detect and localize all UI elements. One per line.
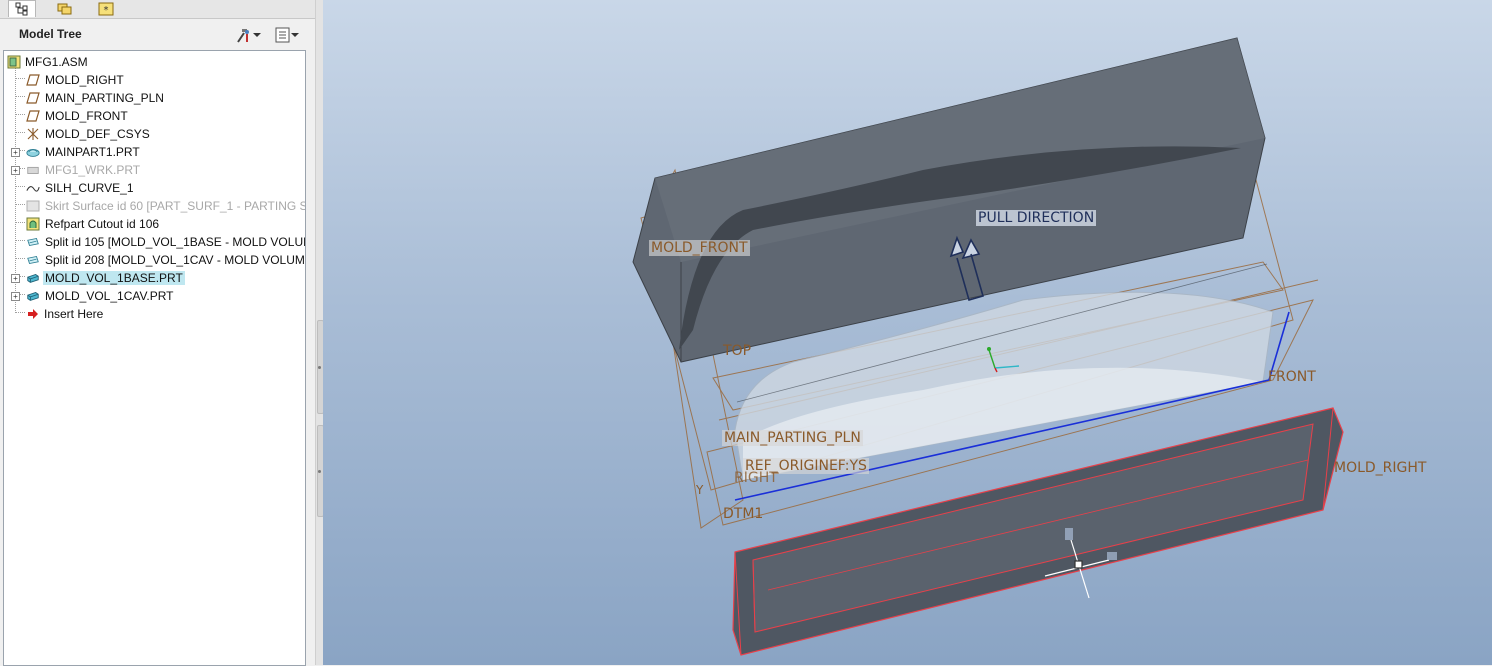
tree-item-mainpart1[interactable]: + MAINPART1.PRT xyxy=(4,143,305,161)
model-tree-header: Model Tree xyxy=(0,20,315,48)
favorites-icon: * xyxy=(98,2,114,16)
tree-item-insert-here[interactable]: Insert Here xyxy=(4,305,305,323)
datum-plane-icon xyxy=(26,73,40,87)
graphics-viewport[interactable]: PULL DIRECTION MOLD_FRONT TOP FRONT MAIN… xyxy=(323,0,1492,665)
tab-favorites[interactable]: * xyxy=(93,0,119,17)
tree-item-split-105[interactable]: Split id 105 [MOLD_VOL_1BASE - MOLD VOLU… xyxy=(4,233,305,251)
mold-right-label: MOLD_RIGHT xyxy=(1334,460,1427,476)
coordinate-system-icon xyxy=(26,127,40,141)
tree-item-label: MOLD_VOL_1BASE.PRT xyxy=(43,271,185,285)
dtm1-label: DTM1 xyxy=(723,506,764,522)
right-label: RIGHT xyxy=(734,470,778,486)
navigator-tabs: * xyxy=(0,0,315,19)
tree-item-silh-curve[interactable]: SILH_CURVE_1 xyxy=(4,179,305,197)
tree-item-label: SILH_CURVE_1 xyxy=(45,181,134,195)
assembly-icon xyxy=(7,55,21,69)
expand-toggle[interactable]: + xyxy=(11,166,20,175)
tree-item-label: MOLD_DEF_CSYS xyxy=(45,127,150,141)
tree-item-split-208[interactable]: Split id 208 [MOLD_VOL_1CAV - MOLD VOLUM… xyxy=(4,251,305,269)
split-icon xyxy=(26,253,40,267)
tree-item-refpart-cutout[interactable]: Refpart Cutout id 106 xyxy=(4,215,305,233)
svg-text:*: * xyxy=(104,5,109,16)
part-icon xyxy=(26,145,40,159)
tree-item-label: Split id 208 [MOLD_VOL_1CAV - MOLD VOLUM… xyxy=(45,253,306,267)
grip-dot xyxy=(318,470,321,473)
mold-volume-icon xyxy=(26,271,40,285)
tree-item-label: MOLD_FRONT xyxy=(45,109,128,123)
datum-plane-icon xyxy=(26,91,40,105)
expand-toggle[interactable]: + xyxy=(11,274,20,283)
curve-icon xyxy=(26,181,40,195)
panel-title: Model Tree xyxy=(19,27,82,41)
mold-volume-icon xyxy=(26,289,40,303)
part-icon xyxy=(26,163,40,177)
tab-folder-browser[interactable] xyxy=(52,0,78,17)
tree-item-mold-front[interactable]: MOLD_FRONT xyxy=(4,107,305,125)
model-tree-icon xyxy=(15,2,28,16)
tree-item-label: MFG1_WRK.PRT xyxy=(45,163,141,177)
main-parting-pln-label: MAIN_PARTING_PLN xyxy=(722,430,863,446)
tree-item-skirt-surface[interactable]: Skirt Surface id 60 [PART_SURF_1 - PARTI… xyxy=(4,197,305,215)
tab-model-tree[interactable] xyxy=(8,0,36,17)
tree-item-label: MOLD_VOL_1CAV.PRT xyxy=(45,289,174,303)
list-icon xyxy=(275,27,290,43)
chevron-down-icon xyxy=(291,33,299,37)
tree-item-label: MAIN_PARTING_PLN xyxy=(45,91,164,105)
tree-show-button[interactable] xyxy=(275,26,299,44)
pull-direction-label: PULL DIRECTION xyxy=(976,210,1097,226)
tree-item-mold-def-csys[interactable]: MOLD_DEF_CSYS xyxy=(4,125,305,143)
expand-toggle[interactable]: + xyxy=(11,292,20,301)
insert-arrow-icon xyxy=(26,307,40,321)
tree-item-label: Split id 105 [MOLD_VOL_1BASE - MOLD VOLU… xyxy=(45,235,306,249)
tree-item-label: Refpart Cutout id 106 xyxy=(45,217,160,231)
folder-browser-icon xyxy=(57,3,72,14)
expand-toggle[interactable]: + xyxy=(11,148,20,157)
tree-item-mfg1-asm[interactable]: MFG1.ASM xyxy=(4,53,305,71)
tree-item-mfg1-wrk[interactable]: + MFG1_WRK.PRT xyxy=(4,161,305,179)
model-tree: MFG1.ASM MOLD_RIGHT MAIN_PARTING_PLN MOL… xyxy=(3,50,306,666)
top-label: TOP xyxy=(723,343,752,359)
tree-item-label: Skirt Surface id 60 [PART_SURF_1 - PARTI… xyxy=(45,199,305,213)
tools-icon xyxy=(237,29,249,43)
model-tree-panel: * Model Tree MFG1.ASM MOLD_RIGHT MAIN_PA… xyxy=(0,0,315,666)
tree-item-label: MOLD_RIGHT xyxy=(45,73,124,87)
chevron-down-icon xyxy=(253,33,261,37)
tree-item-mold-right[interactable]: MOLD_RIGHT xyxy=(4,71,305,89)
tree-item-main-parting-pln[interactable]: MAIN_PARTING_PLN xyxy=(4,89,305,107)
datum-plane-icon xyxy=(26,109,40,123)
front-label: FRONT xyxy=(1268,369,1316,385)
grip-dot xyxy=(318,366,321,369)
split-icon xyxy=(26,235,40,249)
surface-icon xyxy=(26,199,40,213)
tree-settings-button[interactable] xyxy=(235,26,261,44)
tree-item-label: MAINPART1.PRT xyxy=(45,145,140,159)
cutout-icon xyxy=(26,217,40,231)
tree-item-label: MFG1.ASM xyxy=(25,55,88,69)
y-axis-label: Y xyxy=(696,483,704,497)
tree-item-mold-vol-1base[interactable]: + MOLD_VOL_1BASE.PRT xyxy=(4,269,305,287)
tree-item-mold-vol-1cav[interactable]: + MOLD_VOL_1CAV.PRT xyxy=(4,287,305,305)
tree-item-label: Insert Here xyxy=(44,307,104,321)
model-geometry xyxy=(632,37,1344,656)
mold-front-label: MOLD_FRONT xyxy=(649,240,750,256)
